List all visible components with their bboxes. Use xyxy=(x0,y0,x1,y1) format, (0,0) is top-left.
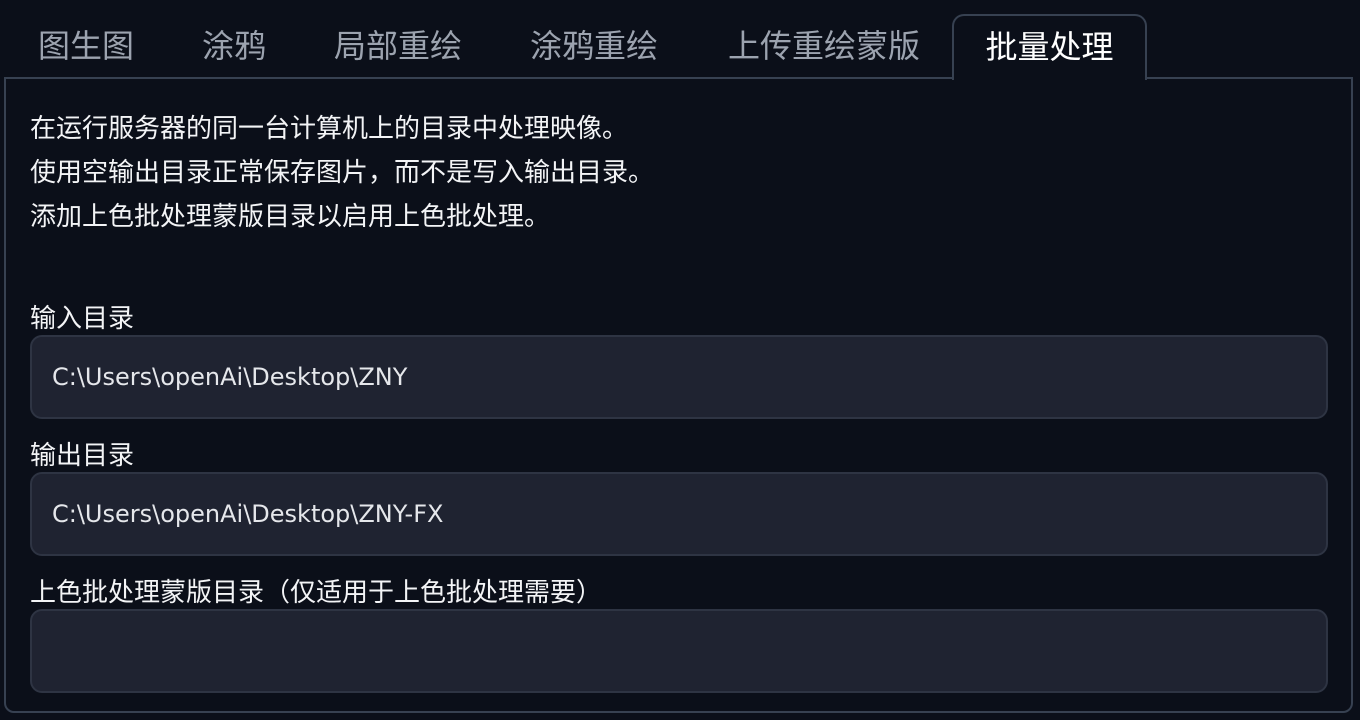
tab-bar: 图生图 涂鸦 局部重绘 涂鸦重绘 上传重绘蒙版 批量处理 xyxy=(0,0,1360,80)
output-directory-label: 输出目录 xyxy=(30,441,135,471)
tab-img2img[interactable]: 图生图 xyxy=(10,14,162,78)
description-line-2: 使用空输出目录正常保存图片，而不是写入输出目录。 xyxy=(30,158,655,188)
tab-sketch[interactable]: 涂鸦 xyxy=(172,14,296,78)
input-directory-label: 输入目录 xyxy=(30,304,135,334)
tab-batch[interactable]: 批量处理 xyxy=(952,14,1147,80)
mask-directory-label: 上色批处理蒙版目录（仅适用于上色批处理需要） xyxy=(30,578,603,608)
tab-inpaint-sketch[interactable]: 涂鸦重绘 xyxy=(512,14,676,78)
tab-inpaint[interactable]: 局部重绘 xyxy=(316,14,480,78)
mask-directory-field[interactable] xyxy=(30,609,1328,693)
input-directory-field[interactable] xyxy=(30,335,1328,419)
output-directory-field[interactable] xyxy=(30,472,1328,556)
description-line-3: 添加上色批处理蒙版目录以启用上色批处理。 xyxy=(30,202,551,232)
tab-inpaint-upload[interactable]: 上传重绘蒙版 xyxy=(710,14,938,78)
description-line-1: 在运行服务器的同一台计算机上的目录中处理映像。 xyxy=(30,114,629,144)
